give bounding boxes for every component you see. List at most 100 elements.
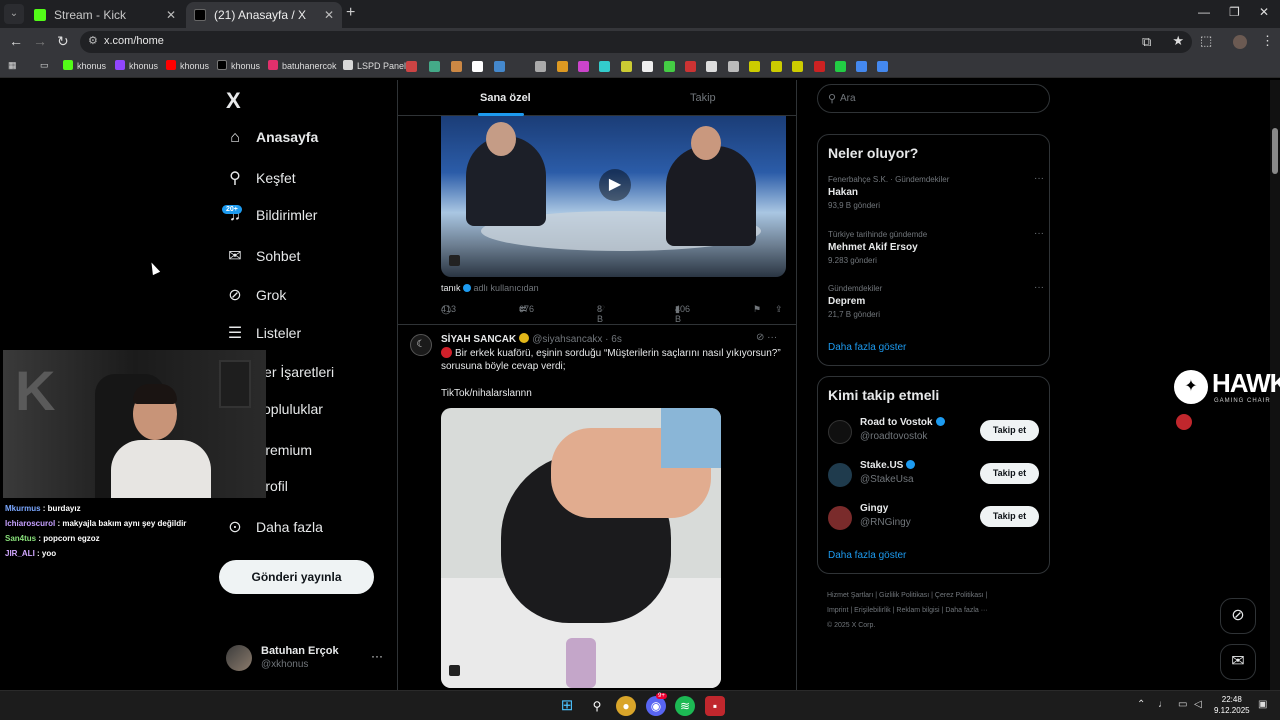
star-icon[interactable]: ★ [1172,33,1184,49]
play-icon[interactable]: ▶ [599,169,631,201]
system-clock[interactable]: 22:48 9.12.2025 [1214,694,1250,716]
scrollbar-thumb[interactable] [1272,128,1278,174]
discord-icon[interactable]: ◉ [646,696,666,716]
bookmark-icon[interactable] [685,61,696,72]
windows-start-icon[interactable]: ⊞ [557,696,577,716]
post-button[interactable]: Gönderi yayınla [219,560,374,594]
address-bar[interactable]: ⚙ x.com/home ★ [80,31,1192,53]
timeline[interactable]: Sana özel Takip ▶ tanık adlı kullanıcıda… [397,80,797,690]
trend-item[interactable]: Fenerbahçe S.K. · Gündemdekiler Hakan 93… [828,173,1044,210]
bookmark-icon[interactable] [557,61,568,72]
post-video[interactable]: ▶ [441,116,786,277]
nav-lists[interactable]: ☰ Listeler [226,323,301,349]
grok-fab-button[interactable]: ⊘ [1220,598,1256,634]
tab-following[interactable]: Takip [690,92,716,104]
grok-icon[interactable]: ⊘ [756,332,764,343]
nav-messages[interactable]: ✉ Sohbet [226,246,300,272]
follow-suggestion[interactable]: Stake.US @StakeUsa Takip et [828,460,1043,492]
bookmark-icon[interactable] [494,61,505,72]
bookmark-icon[interactable] [664,61,675,72]
bookmark-icon[interactable] [472,61,483,72]
url-text[interactable]: x.com/home [104,35,164,47]
bookmark-icon[interactable] [877,61,888,72]
bookmark-icon[interactable] [578,61,589,72]
bookmark-twitch[interactable]: khonus [115,60,158,71]
search-input[interactable]: ⚲ Ara [817,84,1050,113]
bookmark-icon[interactable] [856,61,867,72]
follow-button[interactable]: Takip et [980,506,1039,527]
apps-icon[interactable]: ▦ [8,60,17,71]
restore-icon[interactable]: ❐ [1229,5,1240,19]
menu-icon[interactable]: ⋮ [1261,33,1274,49]
follow-button[interactable]: Takip et [980,463,1039,484]
avatar[interactable]: ☾ [410,334,432,356]
forward-icon[interactable]: → [33,33,47,49]
bookmark-youtube[interactable]: khonus [166,60,209,71]
bookmark-icon[interactable] [814,61,825,72]
window-close-icon[interactable]: ✕ [1259,5,1269,19]
bookmark-icon[interactable] [706,61,717,72]
site-info-icon[interactable]: ⚙ [88,34,98,47]
trends-show-more-link[interactable]: Daha fazla göster [828,342,906,353]
tab-x-home[interactable]: (21) Anasayfa / X ✕ [186,2,342,28]
bookmark-icon[interactable] [771,61,782,72]
bookmark-lspd[interactable]: LSPD Panel [343,60,406,71]
x-logo[interactable]: X [226,88,241,114]
chrome-icon[interactable]: ● [616,696,636,716]
profile-avatar[interactable] [1233,35,1247,49]
network-icon[interactable]: ▭ [1178,699,1187,710]
bookmark-instagram[interactable]: batuhanercok [268,60,337,71]
tab-search-button[interactable]: ⌄ [4,4,24,24]
minimize-icon[interactable]: — [1198,5,1210,19]
extensions-icon[interactable]: ⬚ [1200,33,1212,49]
bookmark-icon[interactable] [792,61,803,72]
trend-item[interactable]: Türkiye tarihinde gündemde Mehmet Akif E… [828,228,1044,265]
account-switcher[interactable]: Batuhan Erçok @xkhonus ··· [226,643,386,673]
bookmark-icon[interactable] [642,61,653,72]
spotify-icon[interactable]: ≋ [675,696,695,716]
bookmark-icon[interactable] [621,61,632,72]
bookmark-icon[interactable] [406,61,417,72]
nav-grok[interactable]: ⊘ Grok [226,285,286,311]
close-tab-icon[interactable]: ✕ [324,2,334,28]
bookmark-icon[interactable]: ⚑ [753,304,761,315]
post-author-name[interactable]: SİYAH SANCAK [441,334,516,345]
bookmark-icon[interactable] [535,61,546,72]
post-video[interactable] [441,408,721,688]
trend-item[interactable]: Gündemdekiler Deprem 21,7 B gönderi ··· [828,282,1044,319]
more-dots-icon[interactable]: ··· [371,649,383,663]
follow-suggestion[interactable]: Gingy @RNGingy Takip et [828,503,1043,535]
bookmark-icon[interactable] [599,61,610,72]
bookmark-x[interactable]: khonus [217,60,260,71]
notification-center-icon[interactable]: ▣ [1258,699,1267,710]
folder-icon[interactable]: ▭ [40,60,49,71]
tab-for-you[interactable]: Sana özel [480,92,531,104]
post-author-handle[interactable]: @siyahsancakx · 6s [532,334,622,345]
cast-icon[interactable]: ⧉ [1142,34,1151,50]
bookmark-kick[interactable]: khonus [63,60,106,71]
streaming-app-icon[interactable]: ▪ [705,696,725,716]
bookmark-icon[interactable] [835,61,846,72]
tray-overflow-icon[interactable]: ⌃ [1137,699,1145,710]
follow-button[interactable]: Takip et [980,420,1039,441]
new-tab-button[interactable]: + [346,4,355,22]
messages-fab-button[interactable]: ✉ [1220,644,1256,680]
share-icon[interactable]: ⇪ [775,304,783,315]
bookmark-icon[interactable] [749,61,760,72]
bookmark-icon[interactable] [429,61,440,72]
search-icon[interactable]: ⚲ [587,696,607,716]
more-dots-icon[interactable]: ··· [767,332,777,343]
close-tab-icon[interactable]: ✕ [166,2,176,28]
bookmark-icon[interactable] [728,61,739,72]
bookmark-icon[interactable] [451,61,462,72]
more-dots-icon[interactable]: ··· [1034,173,1044,184]
who-show-more-link[interactable]: Daha fazla göster [828,550,906,561]
tab-kick-dashboard[interactable]: Stream - Kick Dashboard ✕ [26,2,184,48]
more-dots-icon[interactable]: ··· [1034,282,1044,293]
volume-icon[interactable]: ◁ [1194,699,1202,710]
back-icon[interactable]: ← [9,33,23,49]
post-menu[interactable]: ⊘ ··· [756,332,777,343]
nav-explore[interactable]: ⚲ Keşfet [226,168,296,194]
mic-icon[interactable]: ♩ [1158,699,1168,710]
follow-suggestion[interactable]: Road to Vostok @roadtovostok Takip et [828,417,1043,449]
